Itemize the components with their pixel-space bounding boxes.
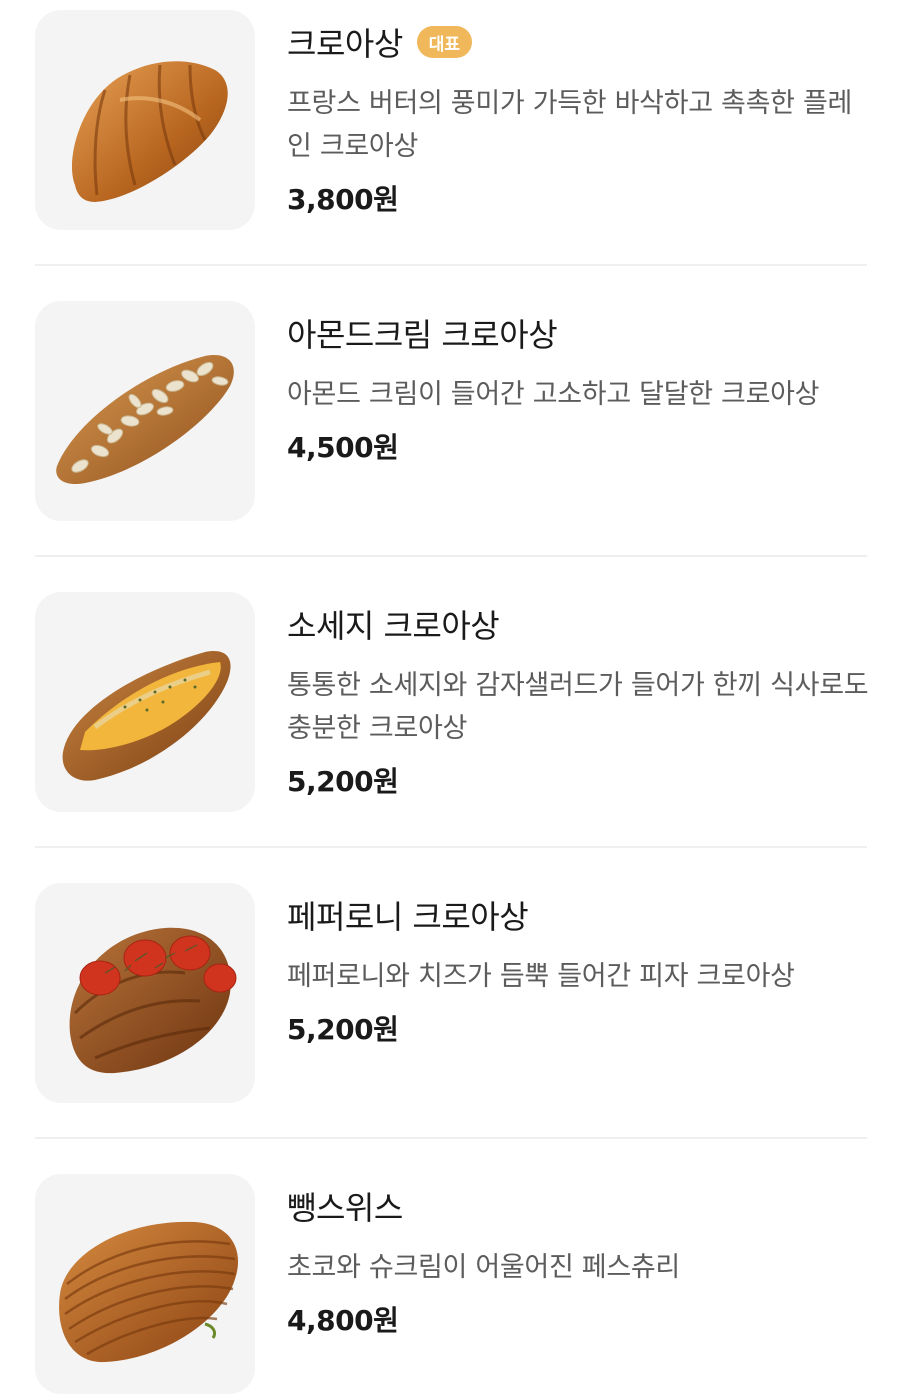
item-name: 크로아상 [287,25,403,63]
item-description: 페퍼로니와 치즈가 듬뿍 들어간 피자 크로아상 [287,961,795,992]
item-price: 3,800원 [287,183,399,216]
item-description: 초코와 슈크림이 어울어진 페스츄리 [287,1252,680,1283]
menu-item-sausage-croissant[interactable]: 소세지 크로아상 통통한 소세지와 감자샐러드가 들어가 한끼 식사로도 충분한… [35,592,869,812]
item-name: 페퍼로니 크로아상 [287,898,529,936]
item-name: 아몬드크림 크로아상 [287,316,558,354]
item-divider [35,846,867,848]
item-name: 뺑스위스 [287,1189,403,1227]
sausage-croissant-image [35,592,255,812]
item-info: 크로아상 대표 프랑스 버터의 풍미가 가득한 바삭하고 촉촉한 플레인 크로아… [287,10,872,218]
item-description: 프랑스 버터의 풍미가 가득한 바삭하고 촉촉한 플레인 크로아상 [287,88,853,162]
item-price: 4,800원 [287,1304,399,1337]
name-row: 소세지 크로아상 [287,602,872,646]
croissant-sausage-icon [62,651,231,781]
item-divider [35,1137,867,1139]
item-price: 4,500원 [287,431,399,464]
item-divider [35,555,867,557]
item-price: 5,200원 [287,765,399,798]
name-row: 아몬드크림 크로아상 [287,311,872,355]
item-price: 5,200원 [287,1013,399,1046]
croissant-pepperoni-icon [69,927,237,1074]
menu-item-pain-suisse[interactable]: 뺑스위스 초코와 슈크림이 어울어진 페스츄리 4,800원 [35,1174,867,1394]
item-name: 소세지 크로아상 [287,607,500,645]
croissant-plain-icon [71,61,228,202]
representative-badge: 대표 [416,26,473,58]
item-description: 통통한 소세지와 감자샐러드가 들어가 한끼 식사로도 충분한 크로아상 [287,670,869,744]
item-description: 아몬드 크림이 들어간 고소하고 달달한 크로아상 [287,379,820,410]
pain-suisse-image [35,1174,255,1394]
item-info: 뺑스위스 초코와 슈크림이 어울어진 페스츄리 4,800원 [287,1174,872,1339]
pepperoni-croissant-image [35,883,255,1103]
croissant-almond-icon [56,355,234,485]
almond-croissant-image [35,301,255,521]
item-info: 페퍼로니 크로아상 페퍼로니와 치즈가 듬뿍 들어간 피자 크로아상 5,200… [287,883,872,1048]
item-info: 소세지 크로아상 통통한 소세지와 감자샐러드가 들어가 한끼 식사로도 충분한… [287,592,872,800]
name-row: 뺑스위스 [287,1184,872,1228]
item-divider [35,264,867,266]
croissant-image [35,10,255,230]
name-row: 페퍼로니 크로아상 [287,893,872,937]
pain-suisse-icon [59,1221,239,1363]
menu-item-pepperoni-croissant[interactable]: 페퍼로니 크로아상 페퍼로니와 치즈가 듬뿍 들어간 피자 크로아상 5,200… [35,883,867,1103]
item-info: 아몬드크림 크로아상 아몬드 크림이 들어간 고소하고 달달한 크로아상 4,5… [287,301,872,466]
menu-list: 크로아상 대표 프랑스 버터의 풍미가 가득한 바삭하고 촉촉한 플레인 크로아… [0,0,900,1394]
name-row: 크로아상 대표 [287,20,872,64]
menu-item-almond-cream-croissant[interactable]: 아몬드크림 크로아상 아몬드 크림이 들어간 고소하고 달달한 크로아상 4,5… [35,301,867,521]
menu-item-croissant[interactable]: 크로아상 대표 프랑스 버터의 풍미가 가득한 바삭하고 촉촉한 플레인 크로아… [35,10,867,230]
